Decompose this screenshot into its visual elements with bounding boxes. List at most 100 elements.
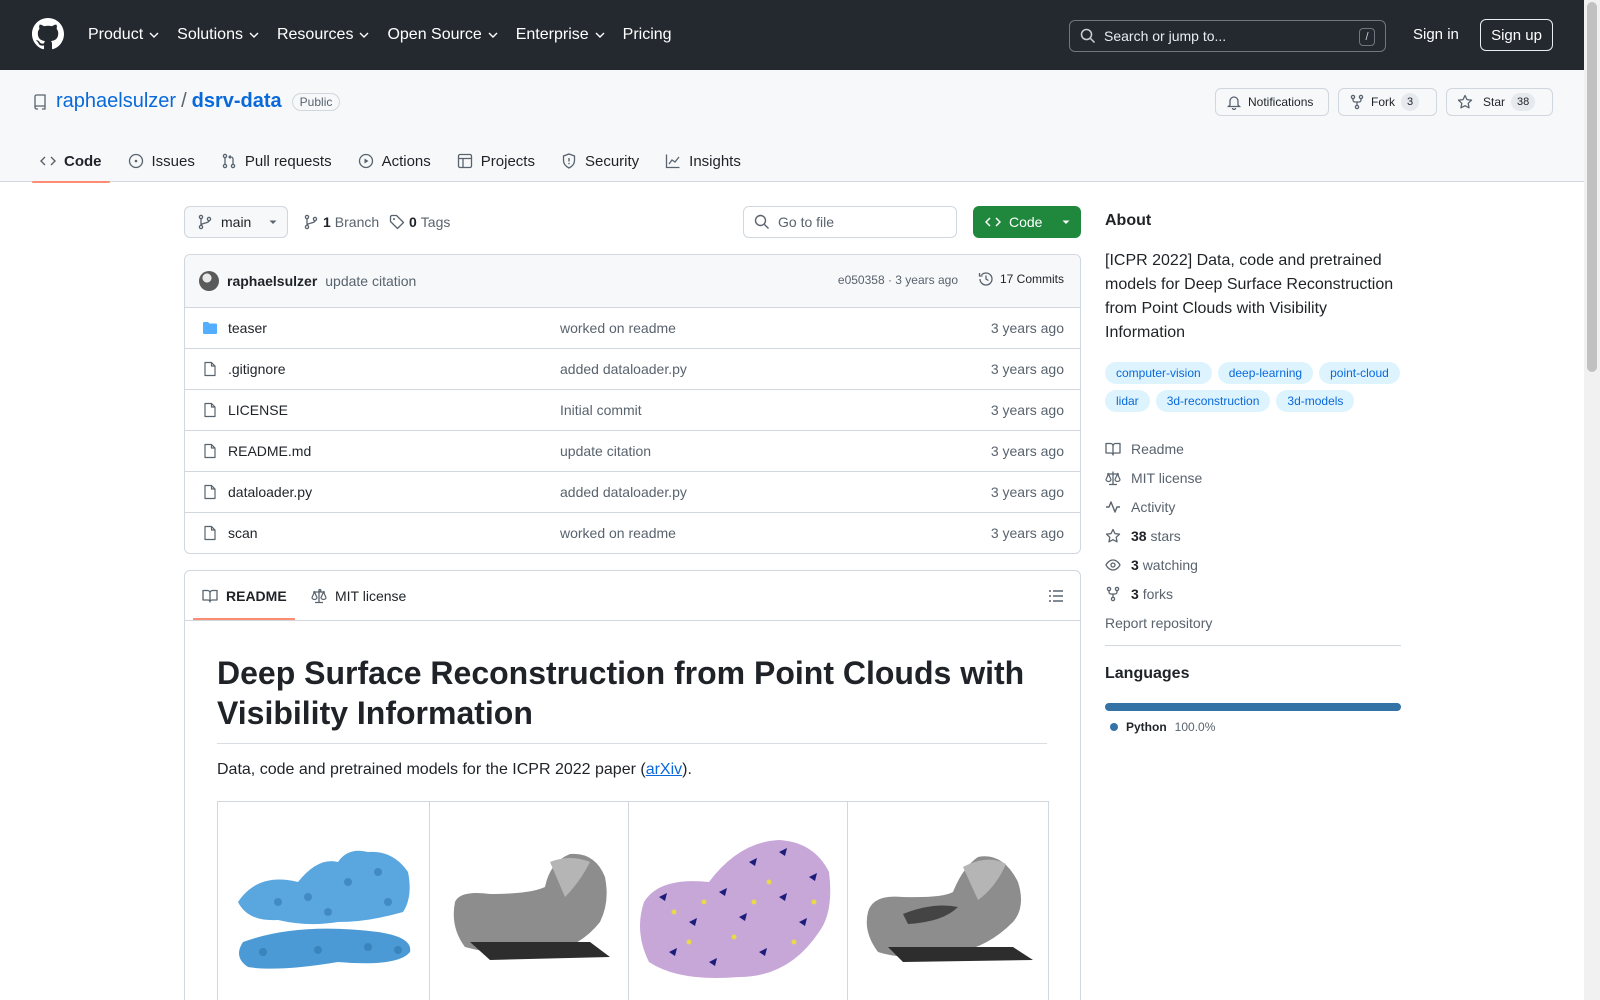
activity-link[interactable]: Activity bbox=[1105, 492, 1212, 521]
sign-up-button[interactable]: Sign up bbox=[1480, 19, 1553, 51]
nav-open-source-label: Open Source bbox=[387, 26, 482, 43]
code-icon bbox=[40, 156, 56, 166]
topic-tag[interactable]: computer-vision bbox=[1105, 362, 1212, 384]
code-dropdown-button[interactable]: Code bbox=[973, 206, 1081, 238]
repo-owner-link[interactable]: raphaelsulzer bbox=[56, 90, 176, 113]
tab-code[interactable]: Code bbox=[32, 140, 110, 183]
file-name-link[interactable]: teaser bbox=[228, 320, 267, 336]
nav-solutions-label: Solutions bbox=[177, 26, 243, 43]
nav-product[interactable]: Product bbox=[88, 26, 159, 44]
nav-resources[interactable]: Resources bbox=[277, 26, 369, 44]
nav-pricing-label: Pricing bbox=[622, 26, 672, 43]
scrollbar-thumb[interactable] bbox=[1587, 2, 1597, 372]
file-row[interactable]: scan worked on readme 3 years ago bbox=[185, 513, 1080, 553]
forks-count: 3 bbox=[1131, 585, 1139, 602]
file-name-link[interactable]: LICENSE bbox=[228, 402, 288, 418]
file-commit-time: 3 years ago bbox=[990, 361, 1064, 377]
notifications-button[interactable]: Notifications bbox=[1215, 88, 1329, 116]
go-to-file-input[interactable]: Go to file bbox=[743, 206, 957, 238]
law-icon bbox=[311, 588, 327, 604]
star-button[interactable]: Star 38 bbox=[1446, 88, 1553, 116]
sign-in-link[interactable]: Sign in bbox=[1413, 26, 1459, 43]
tab-projects[interactable]: Projects bbox=[449, 140, 543, 182]
commit-message-link[interactable]: update citation bbox=[325, 273, 416, 289]
tab-actions[interactable]: Actions bbox=[350, 140, 439, 182]
commits-count: 17 Commits bbox=[999, 272, 1064, 286]
file-commit-time: 3 years ago bbox=[990, 484, 1064, 500]
file-name-link[interactable]: scan bbox=[228, 525, 258, 541]
tab-license[interactable]: MIT license bbox=[311, 571, 406, 621]
stars-label: stars bbox=[1150, 527, 1181, 544]
book-icon bbox=[202, 589, 218, 603]
file-commit-message[interactable]: added dataloader.py bbox=[560, 484, 687, 500]
github-logo-icon[interactable] bbox=[32, 18, 64, 50]
file-commit-message[interactable]: update citation bbox=[560, 443, 651, 459]
nav-solutions[interactable]: Solutions bbox=[177, 26, 259, 44]
avatar[interactable] bbox=[199, 271, 219, 291]
about-links: Readme MIT license Activity 38 stars 3 w… bbox=[1105, 434, 1212, 637]
search-input[interactable]: Search or jump to... / bbox=[1069, 20, 1386, 52]
topic-tag[interactable]: deep-learning bbox=[1217, 362, 1314, 384]
search-placeholder: Search or jump to... bbox=[1104, 28, 1227, 44]
file-row[interactable]: teaser worked on readme 3 years ago bbox=[185, 308, 1080, 349]
activity-link-label: Activity bbox=[1131, 498, 1176, 515]
commits-history-link[interactable]: 17 Commits bbox=[978, 271, 1064, 287]
tab-insights[interactable]: Insights bbox=[657, 140, 749, 182]
file-row[interactable]: README.md update citation 3 years ago bbox=[185, 431, 1080, 472]
file-commit-message[interactable]: added dataloader.py bbox=[560, 361, 687, 377]
readme-link[interactable]: Readme bbox=[1105, 434, 1212, 463]
nav-resources-label: Resources bbox=[276, 26, 354, 43]
file-name-link[interactable]: .gitignore bbox=[228, 361, 286, 377]
branch-name: main bbox=[221, 214, 252, 230]
fork-button[interactable]: Fork 3 bbox=[1338, 88, 1437, 116]
table-of-contents-icon[interactable] bbox=[1048, 588, 1064, 604]
file-row[interactable]: LICENSE Initial commit 3 years ago bbox=[185, 390, 1080, 431]
language-item[interactable]: Python 100.0% bbox=[1110, 720, 1215, 734]
nav-open-source[interactable]: Open Source bbox=[387, 26, 498, 44]
readme-tabs: README MIT license bbox=[185, 571, 1080, 621]
search-icon bbox=[754, 214, 769, 229]
branch-count: 1 bbox=[323, 214, 331, 230]
tab-issues[interactable]: Issues bbox=[120, 140, 203, 182]
tab-security[interactable]: Security bbox=[553, 140, 647, 182]
repo-tabs: Code Issues Pull requests Actions Projec… bbox=[32, 140, 759, 183]
code-button-label: Code bbox=[1009, 214, 1043, 230]
topic-tag[interactable]: 3d-models bbox=[1276, 390, 1355, 412]
language-color-dot bbox=[1110, 723, 1118, 731]
file-row[interactable]: .gitignore added dataloader.py 3 years a… bbox=[185, 349, 1080, 390]
stars-link[interactable]: 38 stars bbox=[1105, 521, 1212, 550]
watchers-link[interactable]: 3 watching bbox=[1105, 550, 1212, 579]
active-tab-indicator bbox=[193, 618, 295, 620]
file-commit-message[interactable]: Initial commit bbox=[560, 402, 642, 418]
file-commit-message[interactable]: worked on readme bbox=[560, 525, 676, 541]
file-name-link[interactable]: README.md bbox=[228, 443, 311, 459]
tab-readme[interactable]: README bbox=[202, 571, 287, 621]
nav-enterprise[interactable]: Enterprise bbox=[516, 26, 605, 44]
table-icon bbox=[457, 153, 472, 169]
chevron-down-icon bbox=[488, 32, 498, 38]
report-repository-link[interactable]: Report repository bbox=[1105, 608, 1212, 637]
topic-tag[interactable]: point-cloud bbox=[1319, 362, 1400, 384]
teaser-mesh-image-2 bbox=[848, 802, 1048, 1000]
forks-link[interactable]: 3 forks bbox=[1105, 579, 1212, 608]
tags-link[interactable]: 0 Tags bbox=[389, 214, 450, 230]
file-commit-message[interactable]: worked on readme bbox=[560, 320, 676, 336]
tag-icon bbox=[389, 214, 405, 230]
page-scrollbar[interactable] bbox=[1584, 0, 1600, 1000]
nav-pricing[interactable]: Pricing bbox=[623, 26, 672, 44]
license-link-label: MIT license bbox=[1131, 469, 1203, 486]
branches-link[interactable]: 1 Branch bbox=[303, 214, 379, 230]
commit-hash-time[interactable]: e050358 · 3 years ago bbox=[838, 273, 958, 287]
repo-name-link[interactable]: dsrv-data bbox=[192, 90, 282, 113]
file-row[interactable]: dataloader.py added dataloader.py 3 year… bbox=[185, 472, 1080, 513]
latest-commit-bar: raphaelsulzer update citation e050358 · … bbox=[185, 255, 1080, 308]
file-name-link[interactable]: dataloader.py bbox=[228, 484, 312, 500]
tab-pull-requests[interactable]: Pull requests bbox=[213, 140, 340, 182]
commit-author-link[interactable]: raphaelsulzer bbox=[227, 273, 317, 289]
chevron-down-icon bbox=[149, 32, 159, 38]
topic-tag[interactable]: 3d-reconstruction bbox=[1155, 390, 1271, 412]
branch-selector[interactable]: main bbox=[184, 206, 288, 238]
license-link[interactable]: MIT license bbox=[1105, 463, 1212, 492]
arxiv-link[interactable]: arXiv bbox=[646, 761, 682, 778]
topic-tag[interactable]: lidar bbox=[1105, 390, 1150, 412]
